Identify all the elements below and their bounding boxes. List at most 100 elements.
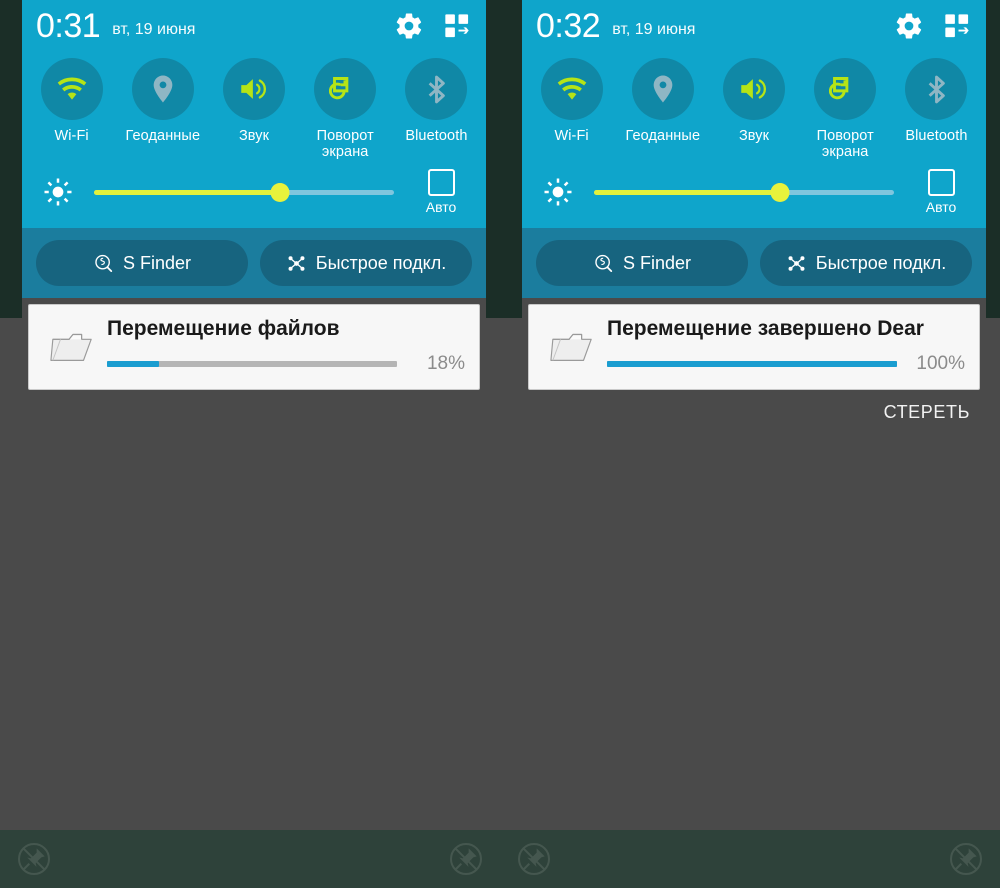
brightness-slider[interactable]: [94, 182, 394, 202]
quick-connect-button[interactable]: Быстрое подкл.: [260, 240, 472, 287]
toggle-bluetooth-circle: [405, 58, 468, 120]
gear-icon[interactable]: [892, 9, 926, 43]
toggle-screen-rotation-circle: [314, 58, 377, 120]
clock: 0:31: [36, 7, 101, 45]
toggle-sound-circle: [223, 58, 285, 120]
auto-brightness-toggle[interactable]: Авто: [910, 169, 972, 215]
toggle-location-circle: [631, 58, 694, 120]
toggle-location-label: Геоданные: [125, 128, 201, 144]
multiwindow-icon[interactable]: [440, 9, 474, 43]
toggle-screen-rotation[interactable]: Поворот экрана: [800, 58, 891, 160]
s-finder-button[interactable]: S Finder: [36, 240, 248, 287]
toggle-screen-rotation-circle: [814, 58, 877, 120]
bluetooth-icon: [428, 75, 445, 103]
bluetooth-icon: [928, 75, 945, 103]
auto-brightness-checkbox[interactable]: [927, 169, 955, 197]
toggle-screen-rotation[interactable]: Поворот экрана: [300, 58, 391, 160]
toggle-sound[interactable]: Звук: [208, 58, 299, 144]
progress-bar: [607, 360, 897, 367]
sound-icon: [241, 79, 267, 99]
wifi-icon: [557, 77, 586, 100]
right-bezel-edge: [986, 0, 1000, 888]
brightness-slider-thumb[interactable]: [770, 182, 790, 202]
notification-title: Перемещение файлов: [107, 317, 340, 341]
multiwindow-icon[interactable]: [940, 9, 974, 43]
toggle-row: Wi-Fi Геоданные Звук Поворот экрана Blue…: [22, 52, 486, 164]
toggle-location[interactable]: Геоданные: [617, 58, 708, 144]
pin-disabled-icon[interactable]: [514, 839, 554, 879]
brightness-slider-thumb[interactable]: [270, 182, 290, 202]
clock: 0:32: [536, 7, 601, 45]
search-circle-icon: [595, 254, 613, 272]
toggle-sound-circle: [723, 58, 785, 120]
notification-progress-row: 100%: [607, 353, 965, 375]
clear-all-button[interactable]: СТЕРЕТЬ: [884, 402, 970, 423]
screen-rotation-icon: [828, 76, 849, 99]
date-label: вт, 19 июня: [612, 21, 696, 38]
quick-connect-icon: [788, 256, 805, 271]
toggle-wifi[interactable]: Wi-Fi: [526, 58, 617, 144]
notification-card[interactable]: Перемещение завершено Dear 100%: [528, 304, 980, 390]
folder-icon: [43, 326, 101, 366]
dual-screenshot-comparison: 0:31 вт, 19 июня Wi-Fi Геоданные Звук По…: [0, 0, 1000, 888]
s-finder-label: S Finder: [122, 252, 192, 273]
toggle-wifi[interactable]: Wi-Fi: [26, 58, 117, 144]
toggle-screen-rotation-label: Поворот экрана: [316, 128, 374, 161]
brightness-row: Авто: [22, 164, 486, 226]
progress-bar-fill: [607, 360, 897, 367]
toggle-bluetooth-circle: [905, 58, 968, 120]
quick-connect-label: Быстрое подкл.: [315, 252, 447, 273]
shortcut-strip: S Finder Быстрое подкл.: [22, 228, 486, 299]
quick-settings-panel: 0:31 вт, 19 июня Wi-Fi Геоданные Звук По…: [22, 0, 486, 229]
toggle-screen-rotation-label: Поворот экрана: [816, 128, 874, 161]
pin-disabled-icon[interactable]: [946, 839, 986, 879]
auto-brightness-toggle[interactable]: Авто: [410, 169, 472, 215]
toggle-bluetooth-label: Bluetooth: [905, 128, 968, 144]
notification-title: Перемещение завершено Dear: [607, 317, 924, 341]
shortcut-strip: S Finder Быстрое подкл.: [522, 228, 986, 299]
toggle-sound-label: Звук: [238, 128, 270, 144]
s-finder-button[interactable]: S Finder: [536, 240, 748, 287]
pin-disabled-icon[interactable]: [14, 839, 54, 879]
date-label: вт, 19 июня: [112, 21, 196, 38]
toggle-wifi-circle: [540, 58, 603, 120]
brightness-slider-fill: [94, 189, 280, 195]
auto-brightness-label: Авто: [425, 199, 457, 216]
gear-icon[interactable]: [392, 9, 426, 43]
toggle-bluetooth[interactable]: Bluetooth: [891, 58, 982, 144]
toggle-bluetooth-label: Bluetooth: [405, 128, 468, 144]
search-circle-icon: [95, 254, 113, 272]
navigation-bar: [0, 830, 500, 888]
s-finder-label: S Finder: [622, 252, 692, 273]
left-panel: 0:31 вт, 19 июня Wi-Fi Геоданные Звук По…: [0, 0, 500, 888]
clear-row: СТЕРЕТЬ: [528, 390, 980, 423]
quick-connect-icon: [288, 256, 305, 271]
toggle-location-label: Геоданные: [625, 128, 701, 144]
pin-disabled-icon[interactable]: [446, 839, 486, 879]
progress-percent-label: 18%: [426, 352, 465, 374]
progress-bar: [107, 360, 397, 367]
toggle-bluetooth[interactable]: Bluetooth: [391, 58, 482, 144]
toggle-wifi-label: Wi-Fi: [554, 128, 589, 144]
toggle-wifi-label: Wi-Fi: [54, 128, 89, 144]
toggle-sound[interactable]: Звук: [708, 58, 799, 144]
notification-card[interactable]: Перемещение файлов 18%: [28, 304, 480, 390]
brightness-slider[interactable]: [594, 182, 894, 202]
notification-area: Перемещение файлов 18%: [22, 298, 486, 390]
toggle-sound-label: Звук: [738, 128, 770, 144]
progress-percent-label: 100%: [916, 352, 965, 374]
left-bezel-edge: [0, 0, 22, 888]
auto-brightness-label: Авто: [925, 199, 957, 216]
quick-connect-label: Быстрое подкл.: [815, 252, 947, 273]
toggle-row: Wi-Fi Геоданные Звук Поворот экрана Blue…: [522, 52, 986, 164]
brightness-icon: [40, 177, 76, 207]
auto-brightness-checkbox[interactable]: [427, 169, 455, 197]
toggle-location[interactable]: Геоданные: [117, 58, 208, 144]
right-panel-gutter: [500, 0, 522, 888]
notification-area: Перемещение завершено Dear 100% СТЕРЕТЬ: [522, 298, 986, 423]
quick-connect-button[interactable]: Быстрое подкл.: [760, 240, 972, 287]
progress-bar-fill: [107, 360, 160, 367]
toggle-wifi-circle: [40, 58, 103, 120]
left-panel-gutter: [486, 0, 500, 888]
sound-icon: [741, 79, 767, 99]
